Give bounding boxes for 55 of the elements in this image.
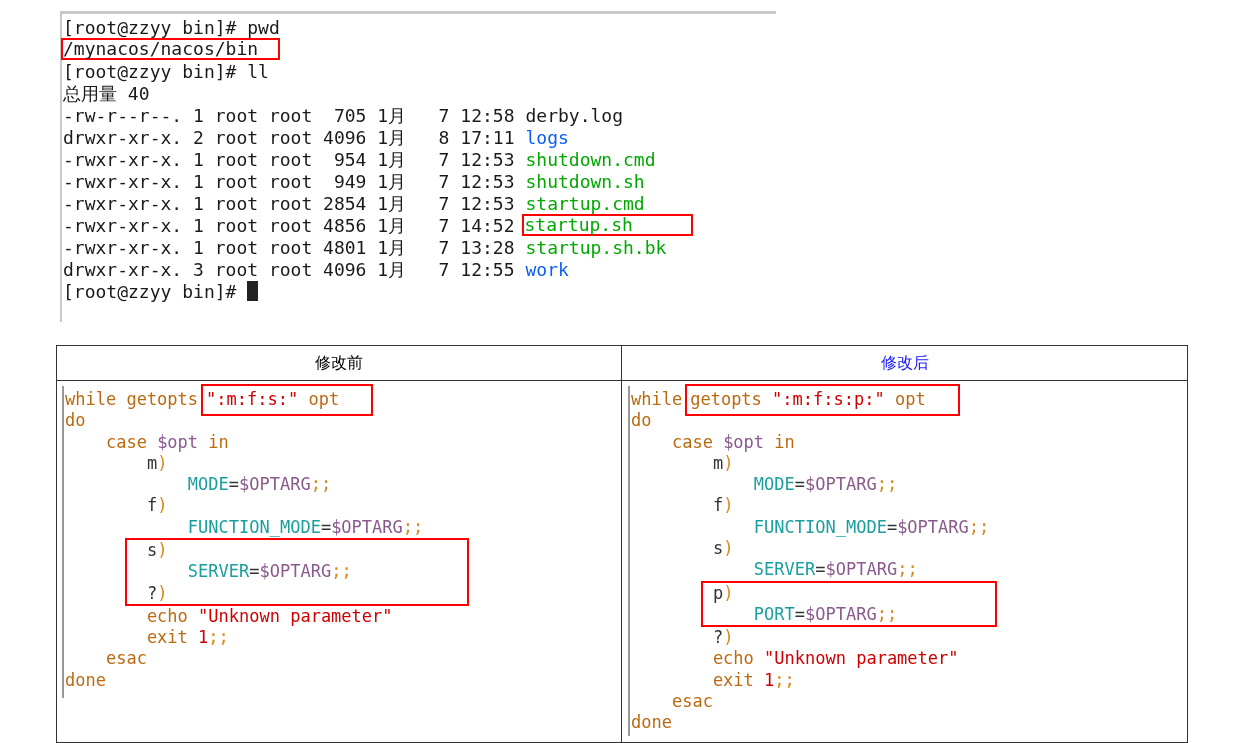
terminal-text: -rw-r--r--. 1 root root 705 1月 7 12:58 — [63, 103, 515, 128]
code-text: p) — [711, 581, 734, 605]
terminal-text: 总用量 40 — [63, 82, 150, 106]
code-text: done — [65, 668, 106, 692]
code-text: s) — [145, 539, 168, 562]
code-text: do — [65, 409, 86, 433]
code-text: f) — [145, 494, 168, 518]
code-text: do — [631, 409, 652, 433]
terminal-text: startup.sh.bk — [525, 235, 667, 260]
code-text: m) — [145, 452, 168, 475]
code-text: f) — [711, 494, 734, 518]
code-text: exit 1;; — [145, 626, 229, 650]
highlight-box: ":m:f:s:" opt — [201, 383, 374, 416]
terminal-text: -rwxr-xr-x. 1 root root 949 1月 7 12:53 — [63, 169, 515, 194]
terminal-text: [root@zzyy bin]# pwd — [63, 15, 280, 40]
code-text: case $opt in — [104, 430, 229, 454]
terminal-text: -rwxr-xr-x. 1 root root 4856 1月 7 14:52 — [63, 213, 515, 238]
terminal-text: -rwxr-xr-x. 1 root root 4801 1月 7 13:28 — [63, 235, 515, 260]
code-text: case $opt in — [670, 430, 795, 454]
code-text: m) — [711, 452, 734, 475]
code-text: echo "Unknown parameter" — [711, 647, 959, 671]
terminal-text: [root@zzyy bin]# — [63, 279, 237, 304]
code-text: esac — [670, 690, 713, 714]
code-text: PORT=$OPTARG;; — [752, 602, 898, 626]
terminal-text: shutdown.sh — [525, 169, 645, 194]
terminal-text: drwxr-xr-x. 2 root root 4096 1月 8 17:11 — [63, 125, 515, 150]
highlight-box: /mynacos/nacos/bin — [61, 38, 281, 60]
terminal-text: [root@zzyy bin]# ll — [63, 59, 269, 84]
code-text: echo "Unknown parameter" — [145, 604, 393, 628]
terminal-text: logs — [525, 126, 569, 150]
code-text: FUNCTION_MODE=$OPTARG;; — [752, 515, 990, 539]
terminal-text: -rwxr-xr-x. 1 root root 2854 1月 7 12:53 — [63, 191, 515, 216]
code-text: ?) — [711, 626, 734, 650]
highlight-box: startup.sh — [522, 214, 693, 236]
code-text: SERVER=$OPTARG;; — [186, 560, 352, 584]
code-text: esac — [104, 647, 147, 671]
column-header: 修改后 — [880, 352, 929, 374]
code-text: MODE=$OPTARG;; — [752, 473, 898, 497]
terminal-text: startup.cmd — [525, 191, 645, 216]
terminal-text: shutdown.cmd — [525, 148, 656, 172]
terminal-text: derby.log — [525, 103, 624, 128]
terminal-text: -rwxr-xr-x. 1 root root 954 1月 7 12:53 — [63, 147, 515, 172]
code-text: while — [631, 387, 683, 411]
code-text: ?) — [145, 581, 168, 605]
code-text: MODE=$OPTARG;; — [186, 473, 332, 497]
code-text: SERVER=$OPTARG;; — [752, 558, 918, 582]
terminal-text: work — [525, 258, 569, 282]
code-text: while getopts — [65, 387, 199, 411]
highlight-box: getopts ":m:f:s:p:" opt — [685, 383, 960, 416]
column-header: 修改前 — [315, 352, 363, 374]
code-text: done — [631, 711, 672, 735]
code-text: exit 1;; — [711, 668, 795, 692]
terminal-text: drwxr-xr-x. 3 root root 4096 1月 7 12:55 — [63, 257, 515, 282]
code-text: s) — [711, 537, 734, 560]
code-text: FUNCTION_MODE=$OPTARG;; — [186, 515, 424, 539]
